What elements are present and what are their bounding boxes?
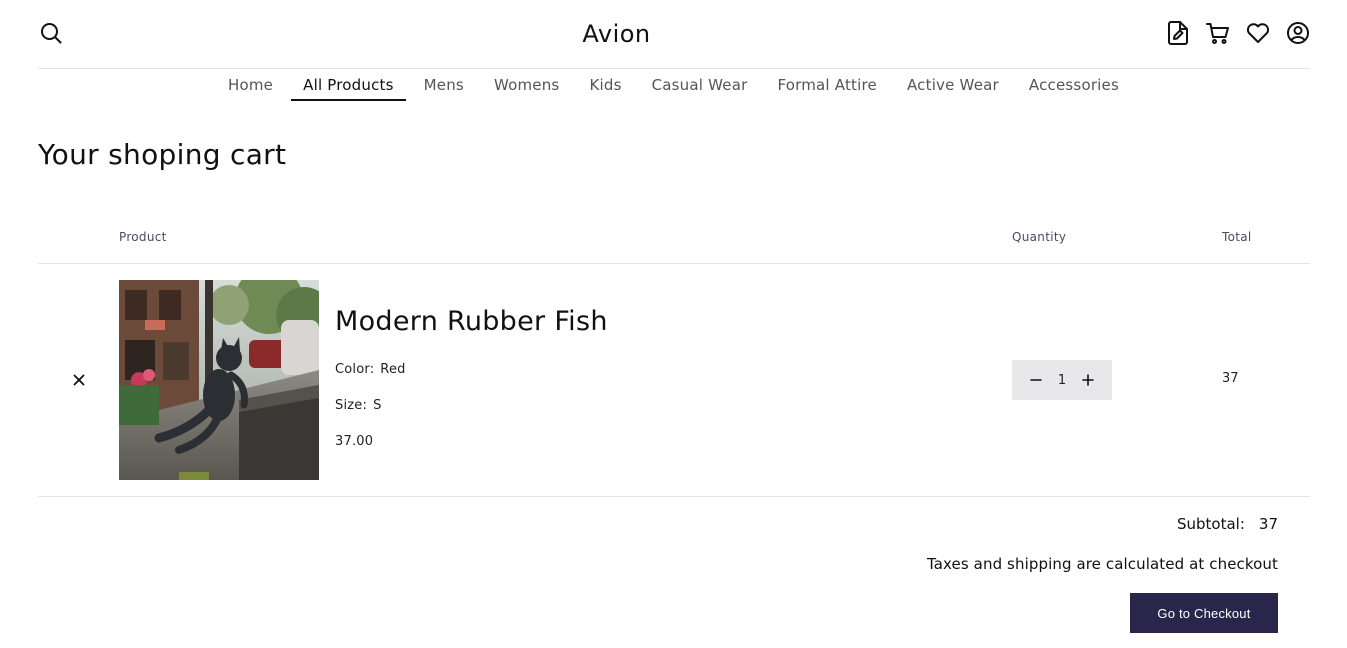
table-header-divider: [38, 263, 1310, 264]
product-photo: [119, 280, 319, 480]
nav-item-home[interactable]: Home: [216, 74, 285, 101]
document-edit-icon: [1168, 21, 1188, 45]
nav-item-formal-attire[interactable]: Formal Attire: [765, 74, 889, 101]
nav-item-casual-wear[interactable]: Casual Wear: [640, 74, 760, 101]
category-nav: Home All Products Mens Womens Kids Casua…: [0, 74, 1347, 101]
product-color-label: Color:: [335, 362, 375, 377]
checkout-button[interactable]: Go to Checkout: [1130, 593, 1278, 633]
product-price: 37.00: [335, 434, 374, 449]
subtotal: Subtotal: 37: [1177, 515, 1278, 533]
site-header: Avion: [0, 0, 1347, 68]
product-size-value: S: [373, 398, 382, 413]
heart-icon: [1246, 23, 1270, 43]
nav-item-womens[interactable]: Womens: [482, 74, 572, 101]
quantity-value[interactable]: 1: [1058, 373, 1066, 388]
product-color-value: Red: [380, 362, 406, 377]
item-total: 37: [1222, 371, 1239, 386]
document-edit-button[interactable]: [1165, 18, 1191, 48]
product-color: Color: Red: [335, 362, 406, 377]
column-header-total: Total: [1222, 230, 1252, 244]
nav-item-kids[interactable]: Kids: [577, 74, 633, 101]
subtotal-label: Subtotal:: [1177, 515, 1245, 533]
product-size: Size: S: [335, 398, 382, 413]
cart-icon: [1206, 23, 1229, 44]
product-image[interactable]: [119, 280, 319, 480]
nav-item-all-products[interactable]: All Products: [291, 74, 406, 101]
header-actions: [1165, 18, 1311, 48]
increment-button[interactable]: [1078, 370, 1098, 390]
decrement-button[interactable]: [1026, 370, 1046, 390]
quantity-stepper: 1: [1012, 360, 1112, 400]
tax-note: Taxes and shipping are calculated at che…: [926, 555, 1278, 573]
product-name[interactable]: Modern Rubber Fish: [335, 306, 608, 337]
product-size-label: Size:: [335, 398, 368, 413]
site-logo[interactable]: Avion: [0, 20, 1233, 48]
nav-item-accessories[interactable]: Accessories: [1017, 74, 1131, 101]
subtotal-value: 37: [1258, 515, 1278, 533]
user-circle-icon: [1287, 22, 1309, 44]
cart-button[interactable]: [1205, 18, 1231, 48]
column-header-product: Product: [119, 230, 167, 244]
account-button[interactable]: [1285, 18, 1311, 48]
plus-icon: [1082, 374, 1094, 386]
cart-row-divider: [38, 496, 1310, 497]
column-header-quantity: Quantity: [1012, 230, 1067, 244]
nav-item-active-wear[interactable]: Active Wear: [895, 74, 1011, 101]
wishlist-button[interactable]: [1245, 18, 1271, 48]
page-title: Your shoping cart: [38, 138, 287, 171]
remove-item-button[interactable]: [68, 370, 90, 390]
minus-icon: [1030, 379, 1042, 381]
nav-item-mens[interactable]: Mens: [412, 74, 476, 101]
close-icon: [73, 374, 85, 386]
header-divider: [38, 68, 1310, 69]
